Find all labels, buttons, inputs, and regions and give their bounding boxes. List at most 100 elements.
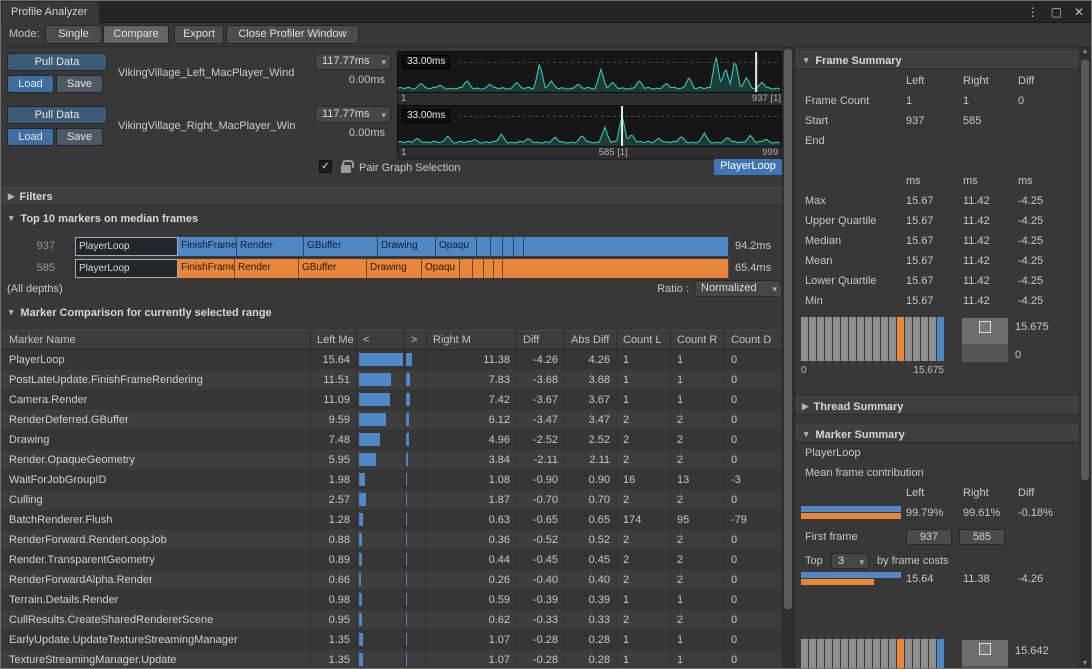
selected-marker-chip[interactable]: PlayerLoop — [714, 159, 782, 175]
marker-row[interactable]: BatchRenderer.Flush1.280.63-0.650.651749… — [1, 510, 782, 530]
marker-row[interactable]: Render.TransparentGeometry0.890.44-0.450… — [1, 550, 782, 570]
column-header-count-left[interactable]: Count L — [617, 331, 671, 349]
top10-segment-render[interactable]: Render — [237, 237, 304, 256]
frame-summary-row: LeftRightDiff — [795, 71, 1079, 91]
top10-segment-gbuffer[interactable]: GBuffer — [304, 237, 378, 256]
comparison-title[interactable]: ▼Marker Comparison for currently selecte… — [7, 307, 272, 319]
top10-segment[interactable] — [494, 259, 503, 278]
close-icon[interactable]: ✕ — [1074, 3, 1084, 21]
mode-compare-button[interactable]: Compare — [103, 25, 169, 44]
top10-segment-drawing[interactable]: Drawing — [378, 237, 436, 256]
close-profiler-window-button[interactable]: Close Profiler Window — [226, 25, 359, 44]
scrollbar-thumb[interactable] — [1081, 60, 1089, 480]
top10-segment[interactable] — [477, 237, 491, 256]
diff: -3.67 — [517, 390, 565, 410]
column-header-left-median[interactable]: Left Me — [311, 331, 357, 349]
axis-max: 15.675 — [913, 365, 944, 376]
column-header-abs-diff[interactable]: Abs Diff — [565, 331, 617, 349]
frame-summary-header[interactable]: ▼Frame Summary — [795, 51, 1079, 69]
pair-graph-selection-checkbox[interactable]: ✓ — [319, 160, 332, 173]
marker-row[interactable]: Terrain.Details.Render0.980.59-0.390.391… — [1, 590, 782, 610]
top10-segment-drawing[interactable]: Drawing — [367, 259, 422, 278]
ratio-dropdown[interactable]: Normalized▾ — [694, 280, 782, 297]
right-median: 11.38 — [427, 350, 517, 370]
frame-range-widget[interactable] — [961, 317, 1009, 363]
top10-segment[interactable] — [491, 237, 503, 256]
scroll-down-icon[interactable]: ▼ — [1079, 660, 1091, 667]
marker-row[interactable]: Drawing7.484.96-2.522.52220 — [1, 430, 782, 450]
load-button-left[interactable]: Load — [7, 75, 54, 93]
top10-segment[interactable] — [460, 259, 473, 278]
top10-segment-opaqu[interactable]: Opaqu — [422, 259, 460, 278]
range-min-label: 0 — [1015, 349, 1021, 361]
top10-segment[interactable] — [484, 259, 494, 278]
top10-segment[interactable] — [514, 237, 524, 256]
marker-row[interactable]: Culling2.571.87-0.700.70220 — [1, 490, 782, 510]
max-clamp-dropdown-left[interactable]: 117.77ms▾ — [315, 53, 391, 70]
thread-summary-header[interactable]: ▶Thread Summary — [795, 397, 1079, 415]
right-scrollbar[interactable]: ▲ ▼ — [1079, 47, 1091, 668]
top-count-dropdown[interactable]: 3▾ — [831, 553, 869, 569]
save-button-left[interactable]: Save — [56, 75, 103, 93]
left-scrollbar[interactable] — [782, 47, 794, 668]
right-median: 7.42 — [427, 390, 517, 410]
column-header-right-median[interactable]: Right M — [427, 331, 517, 349]
save-button-right[interactable]: Save — [56, 128, 103, 146]
diff: -0.90 — [517, 470, 565, 490]
marker-row[interactable]: EarlyUpdate.UpdateTextureStreamingManage… — [1, 630, 782, 650]
marker-row[interactable]: Camera.Render11.097.42-3.673.67110 — [1, 390, 782, 410]
marker-summary-header[interactable]: ▼Marker Summary — [795, 425, 1079, 443]
marker-row[interactable]: PostLateUpdate.FinishFrameRendering11.51… — [1, 370, 782, 390]
top10-segment-playerloop[interactable]: PlayerLoop — [75, 259, 178, 278]
first-frame-left-button[interactable]: 937 — [906, 529, 952, 545]
column-header-count-right[interactable]: Count R — [671, 331, 725, 349]
top10-segment-finishframer[interactable]: FinishFrameR — [178, 237, 237, 256]
top10-segment-finishframer[interactable]: FinishFrameR — [178, 259, 235, 278]
range-handle[interactable] — [979, 643, 991, 655]
count-left: 1 — [617, 630, 671, 650]
tab-profile-analyzer[interactable]: Profile Analyzer — [2, 2, 99, 23]
top10-segment[interactable] — [503, 259, 729, 278]
pull-data-button-right[interactable]: Pull Data — [7, 106, 107, 124]
marker-row[interactable]: RenderForwardAlpha.Render0.660.26-0.400.… — [1, 570, 782, 590]
maximize-icon[interactable]: ▢ — [1051, 3, 1062, 21]
histogram-bar — [833, 317, 840, 361]
histogram-bar — [865, 317, 872, 361]
max-clamp-dropdown-right[interactable]: 117.77ms▾ — [315, 106, 391, 123]
column-header-marker-name[interactable]: Marker Name — [1, 331, 311, 349]
marker-row[interactable]: CullResults.CreateSharedRendererScene0.9… — [1, 610, 782, 630]
top10-segment-render[interactable]: Render — [235, 259, 299, 278]
marker-range-widget[interactable] — [961, 639, 1009, 668]
marker-row[interactable]: RenderForward.RenderLoopJob0.880.36-0.52… — [1, 530, 782, 550]
top10-segment-opaqu[interactable]: Opaqu — [436, 237, 477, 256]
marker-row[interactable]: PlayerLoop15.6411.38-4.264.26110 — [1, 350, 782, 370]
top10-segment[interactable] — [503, 237, 514, 256]
frame-time-graph-right[interactable]: 33.00ms — [397, 105, 782, 147]
column-header-right-bar-cell[interactable]: > — [405, 331, 427, 349]
mode-single-button[interactable]: Single — [45, 25, 102, 44]
pull-data-button-left[interactable]: Pull Data — [7, 53, 107, 71]
top10-segment-playerloop[interactable]: PlayerLoop — [75, 237, 178, 256]
top10-title[interactable]: ▼Top 10 markers on median frames — [7, 213, 198, 225]
column-header-count-diff[interactable]: Count D — [725, 331, 782, 349]
marker-row[interactable]: WaitForJobGroupID1.981.08-0.900.901613-3 — [1, 470, 782, 490]
first-frame-right-button[interactable]: 585 — [959, 529, 1005, 545]
menu-icon[interactable]: ⋮ — [1027, 3, 1039, 21]
filters-header[interactable]: ▶Filters — [1, 187, 782, 206]
marker-row[interactable]: RenderDeferred.GBuffer9.596.12-3.473.472… — [1, 410, 782, 430]
top10-segment-gbuffer[interactable]: GBuffer — [299, 259, 367, 278]
column-header-diff[interactable]: Diff — [517, 331, 565, 349]
range-handle[interactable] — [979, 321, 991, 333]
top10-segment[interactable] — [473, 259, 484, 278]
frame-time-graph-left[interactable]: 33.00ms — [397, 51, 782, 93]
marker-row[interactable]: TextureStreamingManager.Update1.351.07-0… — [1, 650, 782, 669]
stat-value — [906, 151, 963, 171]
marker-row[interactable]: Render.OpaqueGeometry5.953.84-2.112.1122… — [1, 450, 782, 470]
column-header-left-bar-cell[interactable]: < — [357, 331, 405, 349]
export-button[interactable]: Export — [174, 25, 224, 44]
left-bar-cell — [357, 370, 405, 390]
top10-segment[interactable] — [524, 237, 729, 256]
load-button-right[interactable]: Load — [7, 128, 54, 146]
scroll-up-icon[interactable]: ▲ — [1079, 48, 1091, 55]
scrollbar-thumb[interactable] — [784, 49, 792, 609]
